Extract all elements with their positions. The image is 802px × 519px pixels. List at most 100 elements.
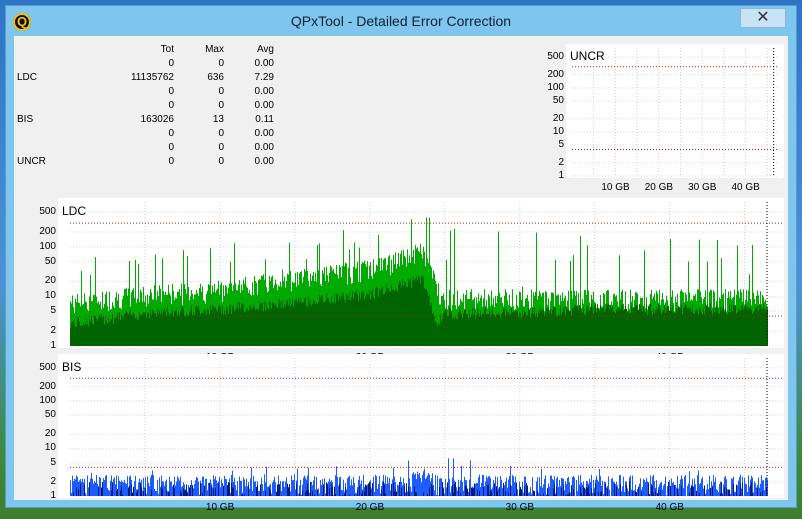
data-bar	[512, 475, 513, 496]
data-bar	[734, 491, 735, 496]
data-bar	[109, 490, 110, 496]
data-bar-dark	[598, 492, 599, 496]
data-bar	[709, 475, 710, 496]
data-bar-dark	[616, 486, 617, 496]
data-bar-dark	[488, 314, 489, 346]
data-bar-dark	[356, 290, 357, 346]
data-bar-dark	[123, 316, 124, 346]
data-bar-dark	[96, 319, 97, 346]
ldc-chart-label: LDC	[62, 204, 87, 218]
data-bar-dark	[740, 483, 741, 496]
data-bar-dark	[544, 315, 545, 346]
title-bar[interactable]: Q QPxTool - Detailed Error Correction ✕	[6, 6, 796, 36]
data-bar	[217, 483, 218, 496]
data-bar	[672, 482, 673, 496]
data-bar-dark	[570, 310, 571, 346]
data-bar	[322, 479, 323, 496]
data-bar	[110, 480, 111, 496]
data-bar-dark	[562, 312, 563, 346]
data-bar-dark	[327, 298, 328, 346]
data-bar	[290, 491, 291, 496]
data-bar-dark	[83, 323, 84, 346]
data-bar-dark	[133, 486, 134, 496]
data-bar	[426, 477, 427, 496]
data-bar-dark	[447, 482, 448, 496]
data-bar-dark	[622, 304, 623, 346]
data-bar	[333, 495, 334, 496]
y-tick-label: 2	[558, 156, 564, 168]
data-bar-dark	[556, 316, 557, 346]
data-bar	[104, 480, 105, 496]
data-bar-dark	[755, 307, 756, 346]
data-bar-dark	[389, 291, 390, 346]
data-bar-dark	[195, 306, 196, 346]
data-bar	[126, 484, 127, 496]
data-bar	[684, 476, 685, 496]
data-bar	[511, 485, 512, 496]
data-bar-dark	[670, 486, 671, 496]
data-bar-dark	[690, 307, 691, 346]
data-bar	[448, 458, 449, 496]
data-bar-dark	[394, 290, 395, 346]
data-bar-dark	[385, 291, 386, 346]
data-bar-dark	[228, 313, 229, 346]
data-bar-dark	[467, 314, 468, 346]
data-bar	[225, 478, 226, 496]
data-bar-dark	[278, 484, 279, 496]
data-bar-dark	[453, 492, 454, 496]
data-bar-dark	[431, 302, 432, 346]
data-bar-dark	[81, 325, 82, 346]
data-bar-dark	[673, 312, 674, 346]
data-bar-dark	[703, 308, 704, 346]
data-bar-dark	[140, 483, 141, 496]
data-bar-dark	[710, 303, 711, 346]
data-bar	[609, 489, 610, 496]
data-bar-dark	[565, 315, 566, 346]
data-bar	[624, 491, 625, 496]
data-bar-dark	[747, 308, 748, 346]
data-bar-dark	[250, 303, 251, 346]
data-bar-dark	[143, 311, 144, 346]
data-bar-dark	[664, 304, 665, 346]
data-bar	[152, 470, 153, 496]
data-bar	[541, 468, 542, 496]
data-bar	[644, 479, 645, 496]
data-bar-dark	[466, 486, 467, 496]
data-bar-dark	[260, 304, 261, 346]
data-bar-dark	[726, 488, 727, 496]
data-bar-dark	[322, 294, 323, 346]
data-bar	[197, 477, 198, 496]
data-bar	[599, 468, 600, 496]
data-bar-dark	[438, 323, 439, 346]
data-bar-dark	[214, 308, 215, 346]
data-bar	[615, 483, 616, 496]
data-bar	[354, 482, 355, 496]
data-bar-dark	[586, 486, 587, 496]
data-bar-dark	[534, 491, 535, 496]
data-bar-dark	[319, 294, 320, 346]
data-bar-dark	[231, 313, 232, 346]
data-bar-dark	[369, 290, 370, 346]
data-bar-dark	[619, 308, 620, 346]
data-bar	[602, 480, 603, 496]
data-bar-dark	[594, 492, 595, 496]
data-bar-dark	[239, 302, 240, 346]
data-bar-dark	[607, 304, 608, 346]
data-bar-dark	[687, 308, 688, 346]
data-bar-dark	[461, 314, 462, 346]
data-bar-dark	[136, 317, 137, 346]
data-bar-dark	[420, 283, 421, 346]
data-bar-dark	[404, 281, 405, 346]
data-bar	[130, 475, 131, 496]
data-bar-dark	[111, 490, 112, 496]
data-bar	[261, 477, 262, 496]
data-bar-dark	[620, 309, 621, 346]
data-bar-dark	[180, 490, 181, 496]
data-bar	[470, 460, 471, 496]
data-bar-dark	[501, 313, 502, 346]
data-bar-dark	[510, 314, 511, 346]
data-bar-dark	[223, 485, 224, 496]
data-bar	[706, 489, 707, 496]
close-button[interactable]: ✕	[740, 8, 786, 28]
data-bar-dark	[325, 300, 326, 346]
